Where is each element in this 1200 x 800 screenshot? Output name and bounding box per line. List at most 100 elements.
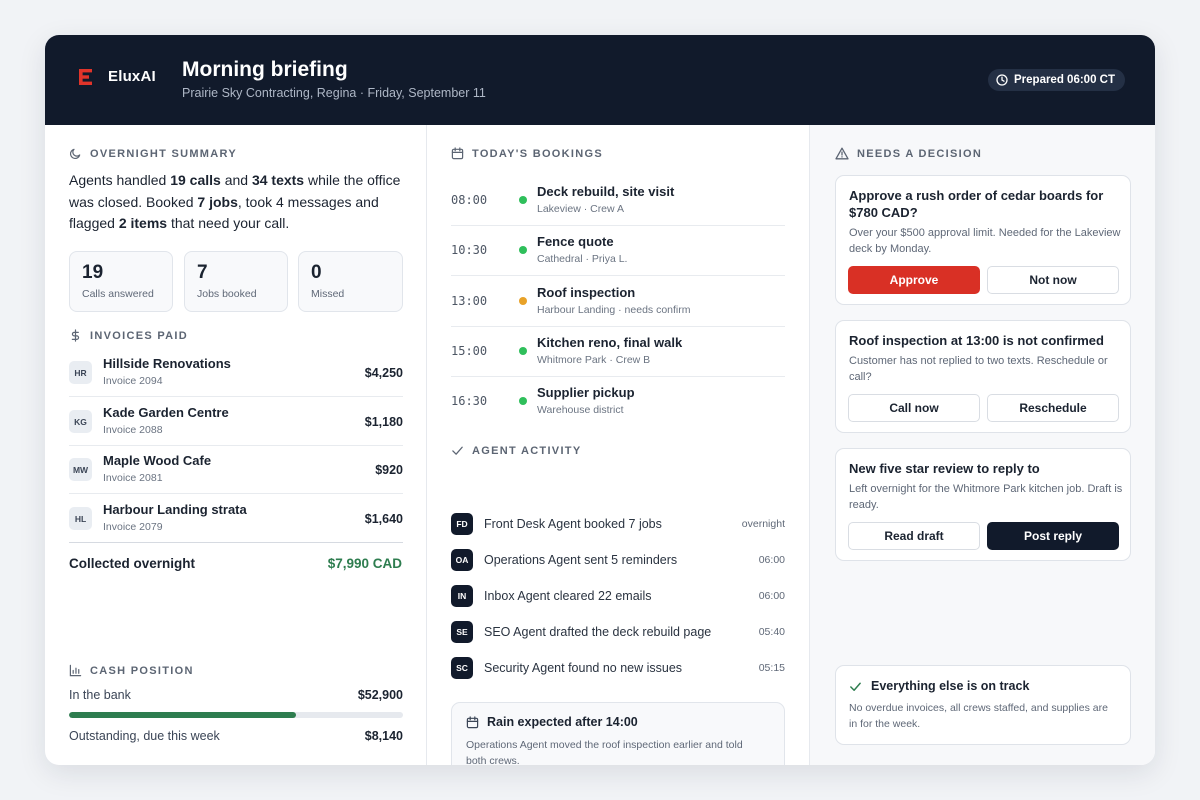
agent-badge: IN bbox=[451, 585, 473, 607]
rain-alert: Rain expected after 14:00 Operations Age… bbox=[451, 702, 785, 765]
decision-title: Approve a rush order of cedar boards for… bbox=[849, 188, 1104, 220]
reschedule-button[interactable]: Reschedule bbox=[987, 394, 1119, 422]
activity-text: Operations Agent sent 5 reminders bbox=[484, 553, 678, 567]
booking-row[interactable]: 10:30 Fence quote Cathedral · Priya L. bbox=[451, 226, 785, 276]
booking-detail: Lakeview · Crew A bbox=[537, 203, 624, 215]
booking-row[interactable]: 13:00 Roof inspection Harbour Landing · … bbox=[451, 277, 785, 327]
todays-bookings-heading: TODAY'S BOOKINGS bbox=[451, 147, 603, 160]
invoice-avatar: HL bbox=[69, 507, 92, 530]
activity-row[interactable]: OA Operations Agent sent 5 reminders 06:… bbox=[451, 549, 785, 573]
page-subtitle: Prairie Sky Contracting, Regina · Friday… bbox=[182, 86, 486, 100]
stat-missed: 0 Missed bbox=[298, 251, 403, 312]
post-reply-button[interactable]: Post reply bbox=[987, 522, 1119, 550]
header: EluxAI Morning briefing Prairie Sky Cont… bbox=[45, 35, 1155, 125]
invoice-amount: $4,250 bbox=[364, 366, 403, 380]
cash-bank-row: In the bank $52,900 bbox=[69, 688, 403, 702]
booking-detail: Harbour Landing · needs confirm bbox=[537, 304, 691, 316]
invoice-row[interactable]: KG Kade Garden Centre Invoice 2088 $1,18… bbox=[69, 398, 403, 446]
call-now-button[interactable]: Call now bbox=[848, 394, 980, 422]
cash-outstanding-label: Outstanding, due this week bbox=[69, 729, 220, 743]
rain-alert-title: Rain expected after 14:00 bbox=[466, 715, 638, 729]
booking-status-dot bbox=[519, 196, 527, 204]
booking-detail: Cathedral · Priya L. bbox=[537, 253, 628, 265]
stat-calls-answered: 19 Calls answered bbox=[69, 251, 173, 312]
cash-progress-fill bbox=[69, 712, 297, 718]
booking-title: Deck rebuild, site visit bbox=[537, 184, 675, 199]
calendar-icon bbox=[466, 715, 479, 728]
invoice-amount: $1,640 bbox=[364, 512, 403, 526]
invoice-amount: $920 bbox=[375, 463, 403, 477]
briefing-card: EluxAI Morning briefing Prairie Sky Cont… bbox=[45, 35, 1155, 765]
brand-logo-icon bbox=[79, 68, 92, 85]
booking-title: Kitchen reno, final walk bbox=[537, 335, 683, 350]
invoice-row[interactable]: MW Maple Wood Cafe Invoice 2081 $920 bbox=[69, 446, 403, 494]
invoice-row[interactable]: HR Hillside Renovations Invoice 2094 $4,… bbox=[69, 349, 403, 397]
invoices-paid-heading: INVOICES PAID bbox=[69, 329, 188, 342]
invoice-avatar: KG bbox=[69, 410, 92, 433]
cash-progress-bar bbox=[69, 712, 403, 718]
check-icon bbox=[850, 682, 861, 691]
invoice-amount: $1,180 bbox=[364, 415, 403, 429]
overnight-summary-text: Agents handled 19 calls and 34 texts whi… bbox=[69, 172, 401, 231]
booking-row[interactable]: 08:00 Deck rebuild, site visit Lakeview … bbox=[451, 176, 785, 226]
activity-time: 05:15 bbox=[758, 662, 785, 674]
prepared-text: Prepared 06:00 CT bbox=[1014, 74, 1115, 86]
agent-badge: SE bbox=[451, 621, 473, 643]
not-now-button[interactable]: Not now bbox=[987, 266, 1119, 294]
booking-time: 16:30 bbox=[451, 394, 488, 408]
invoice-number: Invoice 2094 bbox=[103, 375, 163, 387]
invoice-avatar: MW bbox=[69, 458, 92, 481]
activity-text: SEO Agent drafted the deck rebuild page bbox=[484, 625, 712, 639]
booking-title: Fence quote bbox=[537, 234, 614, 249]
brand-name: EluxAI bbox=[108, 68, 156, 85]
cash-bank-label: In the bank bbox=[69, 688, 131, 702]
invoice-number: Invoice 2088 bbox=[103, 424, 163, 436]
agent-badge: FD bbox=[451, 513, 473, 535]
cash-outstanding-row: Outstanding, due this week $8,140 bbox=[69, 729, 403, 743]
activity-time: 05:40 bbox=[758, 626, 785, 638]
clock-icon bbox=[996, 74, 1008, 86]
activity-text: Front Desk Agent booked 7 jobs bbox=[484, 517, 662, 531]
brand[interactable]: EluxAI bbox=[79, 68, 156, 85]
activity-time: 06:00 bbox=[758, 590, 785, 602]
activity-time: overnight bbox=[741, 518, 785, 530]
booking-title: Supplier pickup bbox=[537, 385, 635, 400]
warning-icon bbox=[835, 147, 849, 160]
booking-status-dot bbox=[519, 297, 527, 305]
activity-row[interactable]: FD Front Desk Agent booked 7 jobs overni… bbox=[451, 513, 785, 537]
booking-time: 15:00 bbox=[451, 344, 488, 358]
activity-row[interactable]: IN Inbox Agent cleared 22 emails 06:00 bbox=[451, 585, 785, 609]
booking-status-dot bbox=[519, 347, 527, 355]
decision-card-roof-inspection: Roof inspection at 13:00 is not confirme… bbox=[835, 320, 1131, 433]
cash-bank-amount: $52,900 bbox=[357, 688, 403, 702]
agent-badge: OA bbox=[451, 549, 473, 571]
invoice-row[interactable]: HL Harbour Landing strata Invoice 2079 $… bbox=[69, 495, 403, 543]
activity-row[interactable]: SC Security Agent found no new issues 05… bbox=[451, 657, 785, 681]
activity-time: 06:00 bbox=[758, 554, 785, 566]
left-column: OVERNIGHT SUMMARY Agents handled 19 call… bbox=[45, 125, 427, 765]
activity-row[interactable]: SE SEO Agent drafted the deck rebuild pa… bbox=[451, 621, 785, 645]
on-track-title: Everything else is on track bbox=[849, 679, 1029, 693]
invoice-avatar: HR bbox=[69, 361, 92, 384]
decision-card-review: New five star review to reply to Left ov… bbox=[835, 448, 1131, 561]
collected-amount: $7,990 CAD bbox=[327, 556, 402, 571]
bar-chart-icon bbox=[69, 664, 82, 677]
right-column: NEEDS A DECISION Approve a rush order of… bbox=[810, 125, 1155, 765]
dollar-icon bbox=[71, 329, 80, 342]
agent-badge: SC bbox=[451, 657, 473, 679]
booking-title: Roof inspection bbox=[537, 285, 636, 300]
collected-label: Collected overnight bbox=[69, 556, 196, 571]
middle-column: TODAY'S BOOKINGS 08:00 Deck rebuild, sit… bbox=[427, 125, 810, 765]
decision-text: Left overnight for the Whitmore Park kit… bbox=[849, 483, 1123, 511]
read-draft-button[interactable]: Read draft bbox=[848, 522, 980, 550]
cash-outstanding-amount: $8,140 bbox=[364, 729, 403, 743]
booking-row[interactable]: 16:30 Supplier pickup Warehouse district bbox=[451, 377, 785, 427]
stat-jobs-booked: 7 Jobs booked bbox=[184, 251, 288, 312]
booking-row[interactable]: 15:00 Kitchen reno, final walk Whitmore … bbox=[451, 327, 785, 377]
approve-button[interactable]: Approve bbox=[848, 266, 980, 294]
overnight-summary-heading: OVERNIGHT SUMMARY bbox=[69, 147, 237, 160]
page-title: Morning briefing bbox=[182, 58, 348, 81]
booking-status-dot bbox=[519, 246, 527, 254]
booking-time: 10:30 bbox=[451, 243, 488, 257]
cash-position-heading: CASH POSITION bbox=[69, 664, 194, 677]
